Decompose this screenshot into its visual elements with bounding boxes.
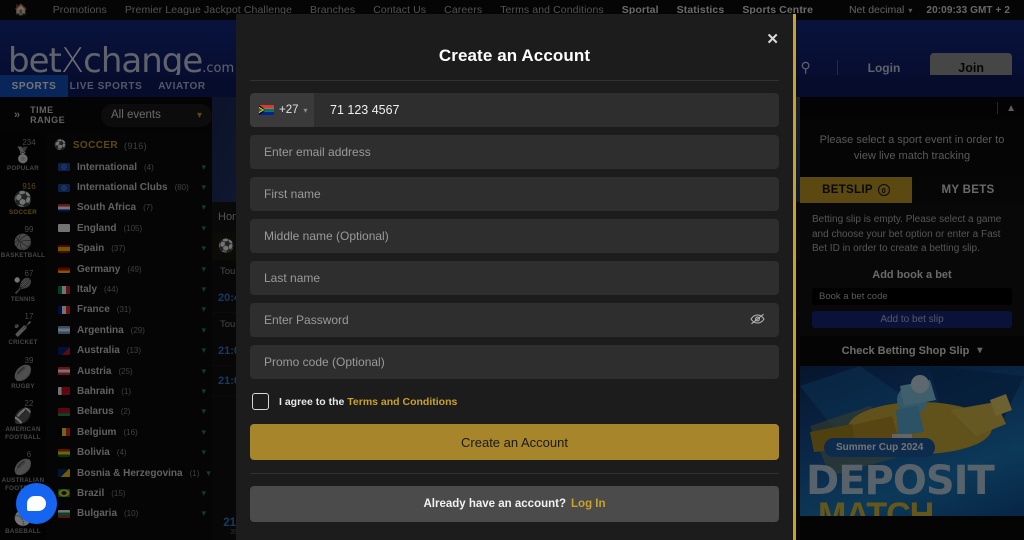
terms-text: I agree to the Terms and Conditions [279,396,457,408]
middle-name-field[interactable]: Middle name (Optional) [250,219,779,253]
country-code-value: +27 [279,104,299,116]
close-icon[interactable]: ✕ [766,32,779,47]
flag-za-icon [259,105,274,115]
email-field[interactable]: Enter email address [250,135,779,169]
app-root: 🏠 Promotions Premier League Jackpot Chal… [0,0,1024,540]
country-code-select[interactable]: +27 ▾ [250,93,314,127]
modal-title: Create an Account [438,46,591,65]
last-name-field[interactable]: Last name [250,261,779,295]
terms-prefix: I agree to the [279,395,348,408]
chevron-down-icon: ▾ [303,105,308,115]
first-name-field[interactable]: First name [250,177,779,211]
terms-agreement-row: I agree to the Terms and Conditions [250,393,779,410]
first-name-placeholder: First name [264,187,321,201]
password-field[interactable]: Enter Password [250,303,779,337]
phone-row: +27 ▾ 71 123 4567 [250,93,779,127]
modal-divider-2 [250,473,779,474]
terms-checkbox[interactable] [252,393,269,410]
terms-link[interactable]: Terms and Conditions [347,396,457,408]
phone-number-input[interactable]: 71 123 4567 [314,93,779,127]
phone-number-value: 71 123 4567 [330,103,400,117]
chat-bubble-icon[interactable] [16,483,57,524]
middle-name-placeholder: Middle name (Optional) [264,229,389,243]
chat-glyph [27,496,46,511]
last-name-placeholder: Last name [264,271,321,285]
login-prompt[interactable]: Already have an account? Log In [250,486,779,522]
promo-code-field[interactable]: Promo code (Optional) [250,345,779,379]
eye-off-icon[interactable] [750,313,765,328]
create-account-button[interactable]: Create an Account [250,424,779,460]
create-account-modal: ✕ Create an Account +27 ▾ 71 123 4567 En… [236,14,796,540]
login-prompt-text: Already have an account? [423,498,567,510]
promo-code-placeholder: Promo code (Optional) [264,355,385,369]
password-placeholder: Enter Password [264,313,349,327]
log-in-link[interactable]: Log In [571,498,606,510]
signup-form: +27 ▾ 71 123 4567 Enter email address Fi… [236,81,793,522]
email-placeholder: Enter email address [264,145,371,159]
